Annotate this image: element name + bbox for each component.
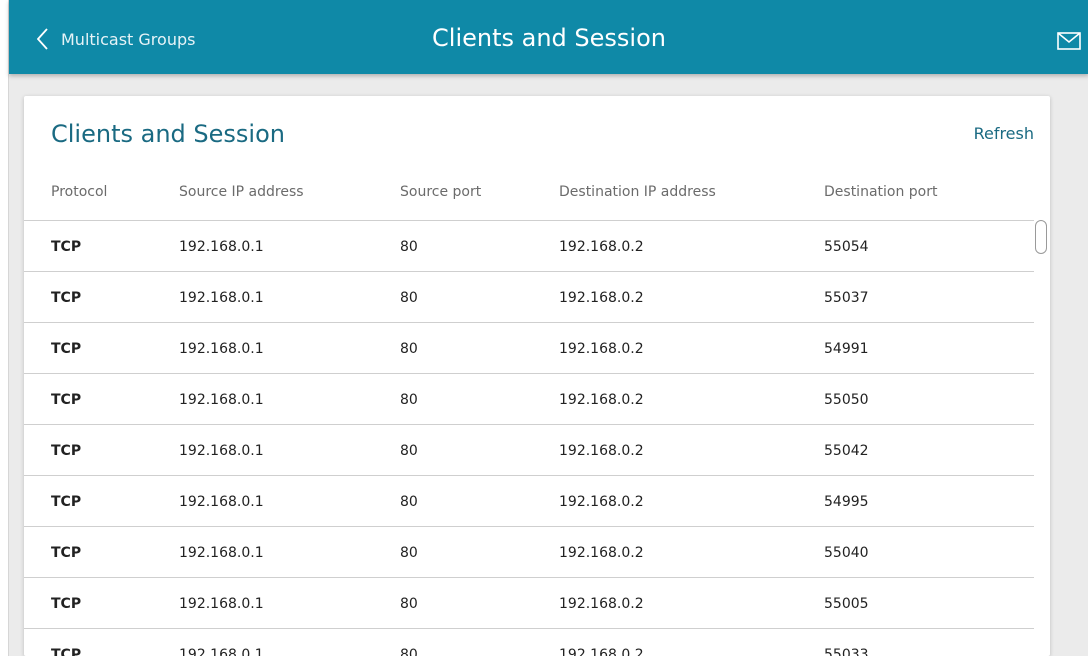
page-title: Clients and Session (432, 24, 666, 52)
sessions-table-body: TCP 192.168.0.1 80 192.168.0.2 55054 TCP… (24, 220, 1034, 656)
cell-protocol: TCP (51, 596, 82, 612)
sessions-card: Clients and Session Refresh Protocol Sou… (24, 96, 1050, 656)
cell-destination-ip: 192.168.0.2 (559, 443, 644, 459)
cell-source-port: 80 (400, 494, 418, 510)
table-row[interactable]: TCP 192.168.0.1 80 192.168.0.2 55040 (24, 526, 1034, 577)
table-scrollbar[interactable] (1034, 220, 1050, 656)
table-row[interactable]: TCP 192.168.0.1 80 192.168.0.2 54991 (24, 322, 1034, 373)
cell-source-port: 80 (400, 341, 418, 357)
cell-source-port: 80 (400, 239, 418, 255)
cell-source-port: 80 (400, 545, 418, 561)
cell-destination-port: 55040 (824, 545, 869, 561)
cell-source-ip: 192.168.0.1 (179, 443, 264, 459)
cell-destination-port: 55042 (824, 443, 869, 459)
cell-protocol: TCP (51, 392, 82, 408)
scrollbar-thumb[interactable] (1035, 220, 1047, 254)
card-title: Clients and Session (51, 120, 285, 148)
cell-destination-port: 55033 (824, 647, 869, 656)
column-header-source-port[interactable]: Source port (400, 184, 481, 200)
table-header: Protocol Source IP address Source port D… (24, 184, 1034, 220)
cell-source-ip: 192.168.0.1 (179, 392, 264, 408)
cell-source-ip: 192.168.0.1 (179, 341, 264, 357)
cell-source-ip: 192.168.0.1 (179, 647, 264, 656)
page-frame: Multicast Groups Clients and Session Cli… (8, 0, 1088, 656)
table-row[interactable]: TCP 192.168.0.1 80 192.168.0.2 54995 (24, 475, 1034, 526)
cell-source-ip: 192.168.0.1 (179, 494, 264, 510)
cell-protocol: TCP (51, 341, 82, 357)
cell-destination-ip: 192.168.0.2 (559, 545, 644, 561)
cell-destination-port: 55005 (824, 596, 869, 612)
cell-source-ip: 192.168.0.1 (179, 545, 264, 561)
cell-source-port: 80 (400, 392, 418, 408)
cell-protocol: TCP (51, 239, 82, 255)
cell-protocol: TCP (51, 290, 82, 306)
table-row[interactable]: TCP 192.168.0.1 80 192.168.0.2 55005 (24, 577, 1034, 628)
cell-source-port: 80 (400, 596, 418, 612)
table-row[interactable]: TCP 192.168.0.1 80 192.168.0.2 55037 (24, 271, 1034, 322)
cell-destination-ip: 192.168.0.2 (559, 494, 644, 510)
table-row[interactable]: TCP 192.168.0.1 80 192.168.0.2 55033 (24, 628, 1034, 656)
cell-destination-ip: 192.168.0.2 (559, 596, 644, 612)
cell-protocol: TCP (51, 545, 82, 561)
cell-destination-ip: 192.168.0.2 (559, 341, 644, 357)
table-row[interactable]: TCP 192.168.0.1 80 192.168.0.2 55050 (24, 373, 1034, 424)
column-header-protocol[interactable]: Protocol (51, 184, 107, 200)
cell-destination-port: 55050 (824, 392, 869, 408)
cell-destination-ip: 192.168.0.2 (559, 392, 644, 408)
top-bar: Multicast Groups Clients and Session (9, 0, 1088, 74)
cell-source-port: 80 (400, 647, 418, 656)
cell-source-port: 80 (400, 290, 418, 306)
cell-destination-port: 55037 (824, 290, 869, 306)
cell-destination-port: 55054 (824, 239, 869, 255)
cell-source-ip: 192.168.0.1 (179, 239, 264, 255)
cell-source-ip: 192.168.0.1 (179, 596, 264, 612)
column-header-destination-ip[interactable]: Destination IP address (559, 184, 716, 200)
column-header-source-ip[interactable]: Source IP address (179, 184, 304, 200)
mail-icon[interactable] (1057, 32, 1081, 50)
cell-source-ip: 192.168.0.1 (179, 290, 264, 306)
cell-protocol: TCP (51, 494, 82, 510)
table-row[interactable]: TCP 192.168.0.1 80 192.168.0.2 55042 (24, 424, 1034, 475)
column-header-destination-port[interactable]: Destination port (824, 184, 937, 200)
cell-destination-port: 54995 (824, 494, 869, 510)
cell-destination-ip: 192.168.0.2 (559, 239, 644, 255)
table-row[interactable]: TCP 192.168.0.1 80 192.168.0.2 55054 (24, 220, 1034, 271)
cell-protocol: TCP (51, 647, 82, 656)
cell-destination-ip: 192.168.0.2 (559, 290, 644, 306)
cell-destination-port: 54991 (824, 341, 869, 357)
cell-destination-ip: 192.168.0.2 (559, 647, 644, 656)
cell-protocol: TCP (51, 443, 82, 459)
cell-source-port: 80 (400, 443, 418, 459)
refresh-button[interactable]: Refresh (974, 124, 1034, 143)
